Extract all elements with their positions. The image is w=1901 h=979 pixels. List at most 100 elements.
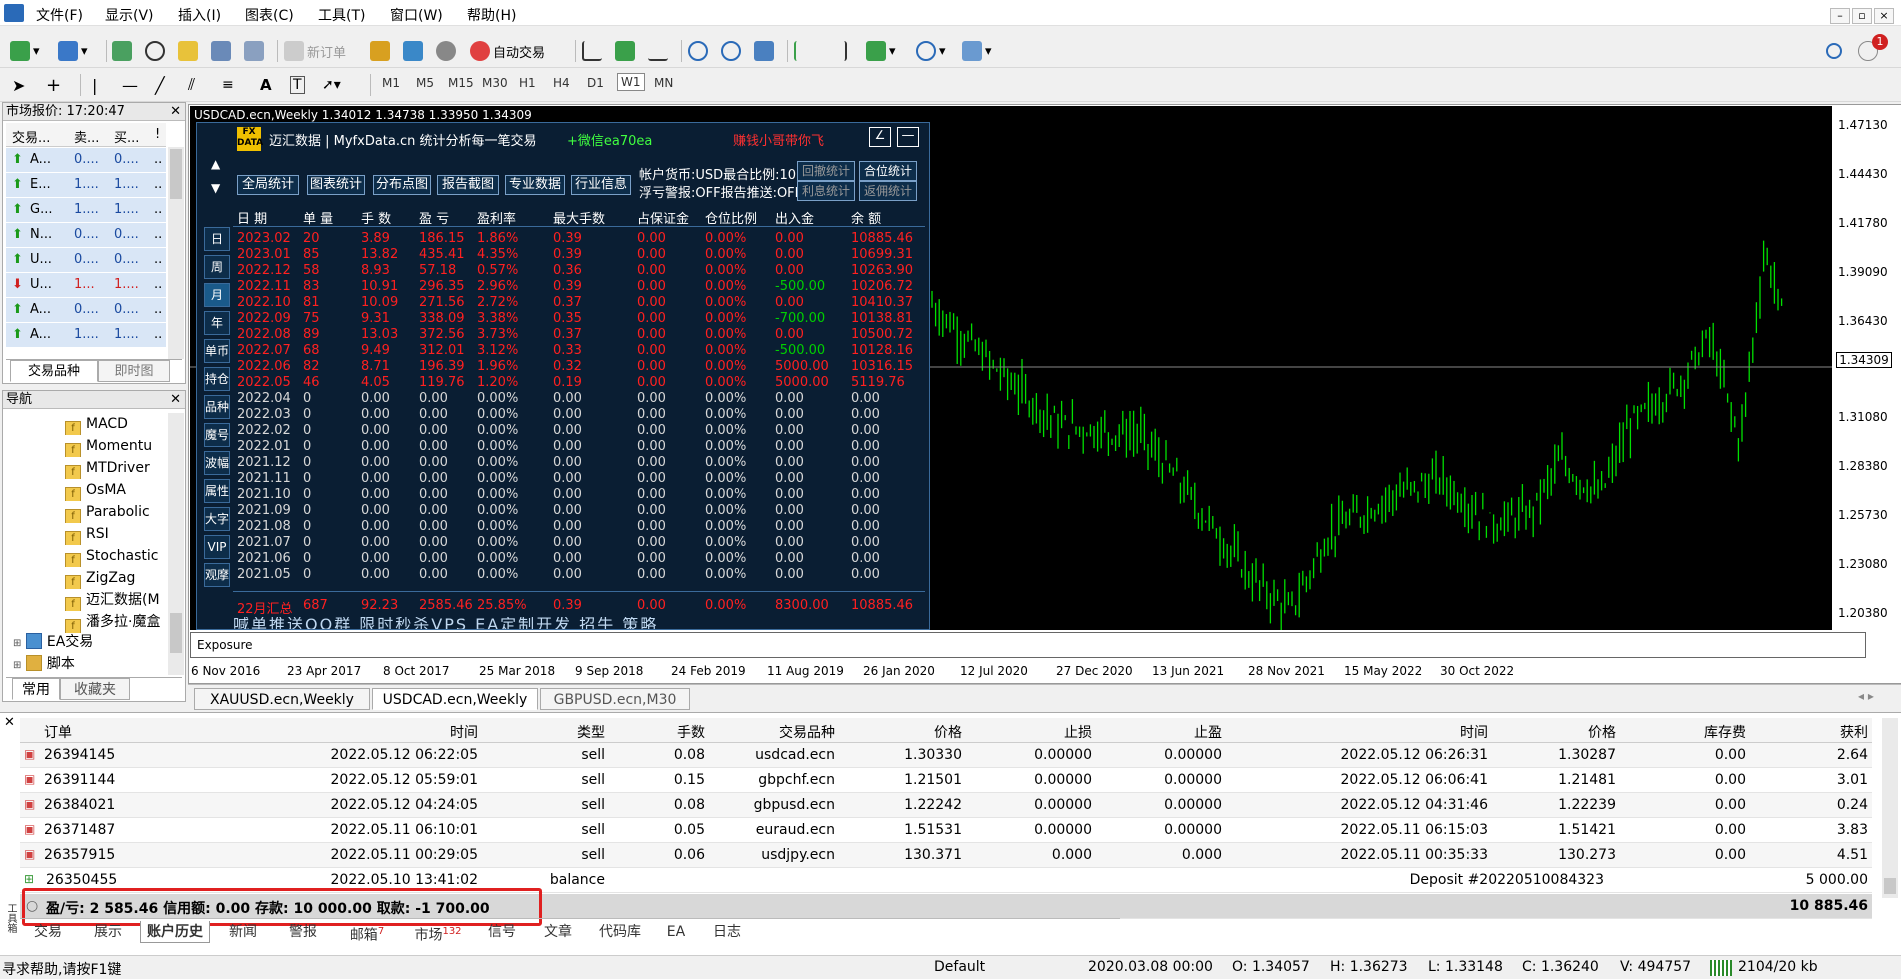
tile-windows-button[interactable] [754,38,774,64]
tab-gbpusd[interactable]: GBPUSD.ecn,M30 [540,688,690,710]
nav-indicator-item[interactable]: f Momentu [65,435,165,457]
horizontal-line-button[interactable]: — [122,72,138,98]
terminal-scrollbar[interactable] [1882,718,1898,898]
nav-indicator-item[interactable]: f MTDriver [65,457,165,479]
chart-shift-button[interactable] [827,38,847,64]
new-chart-button[interactable]: ▾ [10,38,40,64]
auto-trade-button[interactable]: 自动交易 [470,38,545,64]
drawdown-stats-button[interactable]: 回撤统计 [797,161,855,181]
cursor-button[interactable]: ➤ [12,72,25,98]
market-watch-row[interactable]: ⬆ U... 0.... 0...... [6,248,166,273]
restore-button[interactable]: ▫ [1852,8,1872,24]
history-col-header[interactable]: 获利 [1750,722,1868,742]
menu-insert[interactable]: 插入(I) [178,5,221,25]
data-window-button[interactable] [145,38,165,64]
nav-group-scripts[interactable]: ⊞ 脚本 [13,653,75,675]
fx-promo[interactable]: 赚钱小哥带你飞 [733,130,824,149]
tab-xauusd[interactable]: XAUUSD.ecn,Weekly [194,688,370,710]
nav-indicator-item[interactable]: f MACD [65,413,165,435]
menu-file[interactable]: 文件(F) [36,5,83,25]
templates-button[interactable]: ▾ [962,38,992,64]
nav-indicator-item[interactable]: f OsMA [65,479,165,501]
terminal-tab[interactable]: 市场132 [404,921,472,944]
tab-common[interactable]: 常用 [12,678,60,700]
history-col-header[interactable]: 库存费 [1620,722,1746,742]
fx-side-button[interactable]: 日 [204,227,230,251]
menu-chart[interactable]: 图表(C) [245,5,294,25]
menu-tools[interactable]: 工具(T) [318,5,365,25]
history-row[interactable]: ▣ 26357915 2022.05.11 00:29:05 sell 0.06 usdj… [20,843,1872,868]
tab-usdcad[interactable]: USDCAD.ecn,Weekly [372,688,538,710]
history-col-header[interactable]: 价格 [840,722,962,742]
terminal-tab[interactable]: 账户历史 [140,921,210,943]
fx-side-button[interactable]: 年 [204,311,230,335]
fx-side-button[interactable]: 观摩 [204,563,230,587]
terminal-tab[interactable]: 日志 [702,921,752,943]
fx-tab-button[interactable]: 图表统计 [307,175,365,195]
terminal-tab[interactable]: 文章 [532,921,584,943]
close-icon[interactable]: ✕ [170,391,181,408]
col-symbol[interactable]: 交易... [12,127,50,146]
history-col-header[interactable]: 止损 [966,722,1092,742]
tab-favorites[interactable]: 收藏夹 [60,678,130,700]
line-chart-button[interactable] [648,38,668,64]
close-icon[interactable]: ✕ [4,715,15,730]
history-col-header[interactable]: 时间 [170,722,478,742]
menu-view[interactable]: 显示(V) [105,5,154,25]
strategy-tester-button[interactable] [244,38,264,64]
fx-side-button[interactable]: 周 [204,255,230,279]
autoscroll-button[interactable] [794,38,814,64]
history-col-header[interactable]: 订单 [44,722,164,742]
nav-group-ea[interactable]: ⊞ EA交易 [13,631,93,653]
mw-scrollbar[interactable] [168,147,184,359]
terminal-button[interactable] [211,38,231,64]
minimize-button[interactable]: – [1830,8,1850,24]
history-col-header[interactable]: 类型 [482,722,605,742]
history-row[interactable]: ▣ 26394145 2022.05.12 06:22:05 sell 0.08 usdc… [20,743,1872,768]
market-button[interactable] [436,38,456,64]
bar-chart-button[interactable] [582,38,602,64]
nav-indicator-item[interactable]: f 迈汇数据(M [65,589,165,611]
terminal-tab[interactable]: EA [656,921,696,943]
tf-m1[interactable]: M1 [382,76,400,90]
candle-chart-button[interactable] [615,38,635,64]
market-watch-row[interactable]: ⬇ U... 1... 1...... [6,273,166,298]
tab-tick-chart[interactable]: 即时图 [98,360,170,382]
edit-icon[interactable]: ∠ [869,127,891,147]
fx-tab-button[interactable]: 分布点图 [373,175,431,195]
menu-help[interactable]: 帮助(H) [467,5,516,25]
periods-button[interactable]: ▾ [916,38,946,64]
tabs-scroll-arrows[interactable]: ◂ ▸ [1858,689,1874,703]
fx-side-button[interactable]: 月 [204,283,230,307]
position-stats-button[interactable]: 合位统计 [859,161,917,181]
col-bid[interactable]: 卖... [74,127,99,146]
history-col-header[interactable]: 手数 [610,722,705,742]
tf-m15[interactable]: M15 [448,76,474,90]
navigator-button[interactable] [178,38,198,64]
nav-indicator-item[interactable]: f Parabolic [65,501,165,523]
search-button[interactable] [1826,38,1842,64]
signals-button[interactable] [403,38,423,64]
tf-h1[interactable]: H1 [519,76,536,90]
terminal-tab[interactable]: 新闻 [216,921,270,943]
tf-m5[interactable]: M5 [416,76,434,90]
profiles-button[interactable]: ▾ [58,38,88,64]
fx-side-button[interactable]: 魔号 [204,423,230,447]
minimize-icon[interactable]: — [897,127,919,147]
history-col-header[interactable]: 止盈 [1096,722,1222,742]
fx-tab-button[interactable]: 专业数据 [505,175,565,195]
terminal-tab[interactable]: 邮箱7 [336,921,398,944]
fx-side-button[interactable]: 单币 [204,339,230,363]
tf-mn[interactable]: MN [654,76,673,90]
history-row[interactable]: ▣ 26371487 2022.05.11 06:10:01 sell 0.05 eura… [20,818,1872,843]
zoom-in-button[interactable] [688,38,708,64]
fx-tab-button[interactable]: 行业信息 [571,175,631,195]
nav-indicator-item[interactable]: f 潘多拉·魔盒 [65,611,165,633]
nav-indicator-item[interactable]: f Stochastic [65,545,165,567]
close-icon[interactable]: ✕ [170,103,181,120]
fx-side-button[interactable]: VIP [204,535,230,559]
history-row[interactable]: ▣ 26384021 2022.05.12 04:24:05 sell 0.08 gbpu… [20,793,1872,818]
nav-indicator-item[interactable]: f RSI [65,523,165,545]
fx-tab-button[interactable]: 全局统计 [237,175,299,195]
market-watch-row[interactable]: ⬆ N... 0.... 0...... [6,223,166,248]
